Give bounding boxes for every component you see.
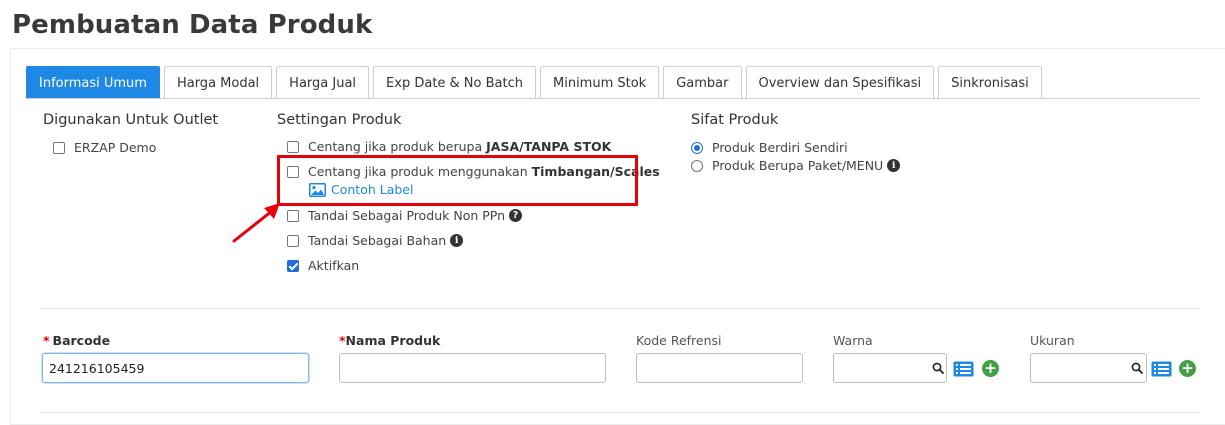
- kode-refrensi-label: Kode Refrensi: [636, 333, 722, 348]
- settings-section-title: Settingan Produk: [277, 112, 402, 128]
- aktifkan-label: Aktifkan: [308, 258, 360, 273]
- outlet-section-title: Digunakan Untuk Outlet: [43, 112, 219, 128]
- tab-exp-date-no-batch[interactable]: Exp Date & No Batch: [373, 66, 536, 99]
- tab-harga-jual[interactable]: Harga Jual: [276, 66, 370, 99]
- nama-produk-label: *Nama Produk: [339, 333, 441, 348]
- option-non-ppn[interactable]: Tandai Sebagai Produk Non PPn ?: [287, 208, 523, 223]
- option-timbangan-scales[interactable]: Centang jika produk menggunakan Timbanga…: [287, 164, 660, 179]
- ukuran-input[interactable]: [1030, 353, 1147, 383]
- sifat-section-title: Sifat Produk: [691, 112, 779, 128]
- warna-input[interactable]: [833, 353, 947, 383]
- outlet-erzap-demo[interactable]: ERZAP Demo: [53, 140, 156, 155]
- red-arrow-annotation: [232, 203, 280, 243]
- tab-bar: Informasi Umum Harga Modal Harga Jual Ex…: [26, 66, 1046, 99]
- contoh-label-text: Contoh Label: [331, 182, 414, 197]
- nama-produk-input[interactable]: [339, 353, 606, 383]
- add-warna-icon[interactable]: +: [982, 360, 999, 377]
- list-icon[interactable]: [1151, 361, 1172, 377]
- kode-refrensi-input[interactable]: [636, 353, 803, 383]
- tab-gambar[interactable]: Gambar: [663, 66, 742, 99]
- bahan-checkbox[interactable]: [287, 234, 299, 247]
- search-icon[interactable]: [932, 362, 944, 374]
- warna-label: Warna: [833, 333, 873, 348]
- image-icon: [309, 182, 326, 197]
- jasa-label-bold: JASA/TANPA STOK: [486, 139, 612, 154]
- timbangan-label: Centang jika produk menggunakan: [308, 164, 528, 179]
- ukuran-label: Ukuran: [1030, 333, 1075, 348]
- tab-harga-modal[interactable]: Harga Modal: [163, 66, 273, 99]
- jasa-label: Centang jika produk berupa: [308, 139, 483, 154]
- berdiri-sendiri-label: Produk Berdiri Sendiri: [712, 140, 848, 155]
- section-divider: [40, 412, 1199, 413]
- timbangan-checkbox[interactable]: [287, 165, 299, 178]
- info-icon[interactable]: i: [450, 234, 464, 247]
- tab-overview-spesifikasi[interactable]: Overview dan Spesifikasi: [745, 66, 935, 99]
- tab-underline: [26, 98, 1199, 99]
- option-bahan[interactable]: Tandai Sebagai Bahan i: [287, 233, 464, 248]
- aktifkan-checkbox[interactable]: [287, 259, 299, 272]
- paket-menu-radio[interactable]: [691, 159, 703, 172]
- list-icon[interactable]: [953, 361, 974, 377]
- info-icon[interactable]: i: [887, 159, 901, 172]
- non-ppn-checkbox[interactable]: [287, 209, 299, 222]
- section-divider: [40, 308, 1199, 309]
- option-aktifkan[interactable]: Aktifkan: [287, 258, 359, 273]
- radio-berdiri-sendiri[interactable]: Produk Berdiri Sendiri: [691, 140, 848, 155]
- search-icon[interactable]: [1131, 362, 1143, 374]
- contoh-label-link[interactable]: Contoh Label: [309, 182, 413, 197]
- outlet-erzap-demo-label: ERZAP Demo: [74, 140, 157, 155]
- tab-sinkronisasi[interactable]: Sinkronisasi: [938, 66, 1042, 99]
- berdiri-sendiri-radio[interactable]: [691, 141, 703, 154]
- barcode-label: * Barcode: [43, 333, 111, 348]
- option-jasa-tanpa-stok[interactable]: Centang jika produk berupa JASA/TANPA ST…: [287, 139, 611, 154]
- question-icon[interactable]: ?: [509, 209, 523, 222]
- barcode-input[interactable]: 241216105459: [42, 353, 309, 383]
- non-ppn-label: Tandai Sebagai Produk Non PPn: [308, 208, 506, 223]
- add-ukuran-icon[interactable]: +: [1179, 360, 1196, 377]
- page-title: Pembuatan Data Produk: [12, 10, 373, 40]
- timbangan-label-bold: Timbangan/Scales: [531, 164, 660, 179]
- jasa-checkbox[interactable]: [287, 140, 299, 153]
- paket-menu-label: Produk Berupa Paket/MENU: [712, 158, 884, 173]
- bahan-label: Tandai Sebagai Bahan: [308, 233, 447, 248]
- radio-paket-menu[interactable]: Produk Berupa Paket/MENU i: [691, 158, 901, 173]
- tab-informasi-umum[interactable]: Informasi Umum: [26, 66, 160, 99]
- outlet-erzap-demo-checkbox[interactable]: [53, 141, 65, 154]
- tab-minimum-stok[interactable]: Minimum Stok: [540, 66, 660, 99]
